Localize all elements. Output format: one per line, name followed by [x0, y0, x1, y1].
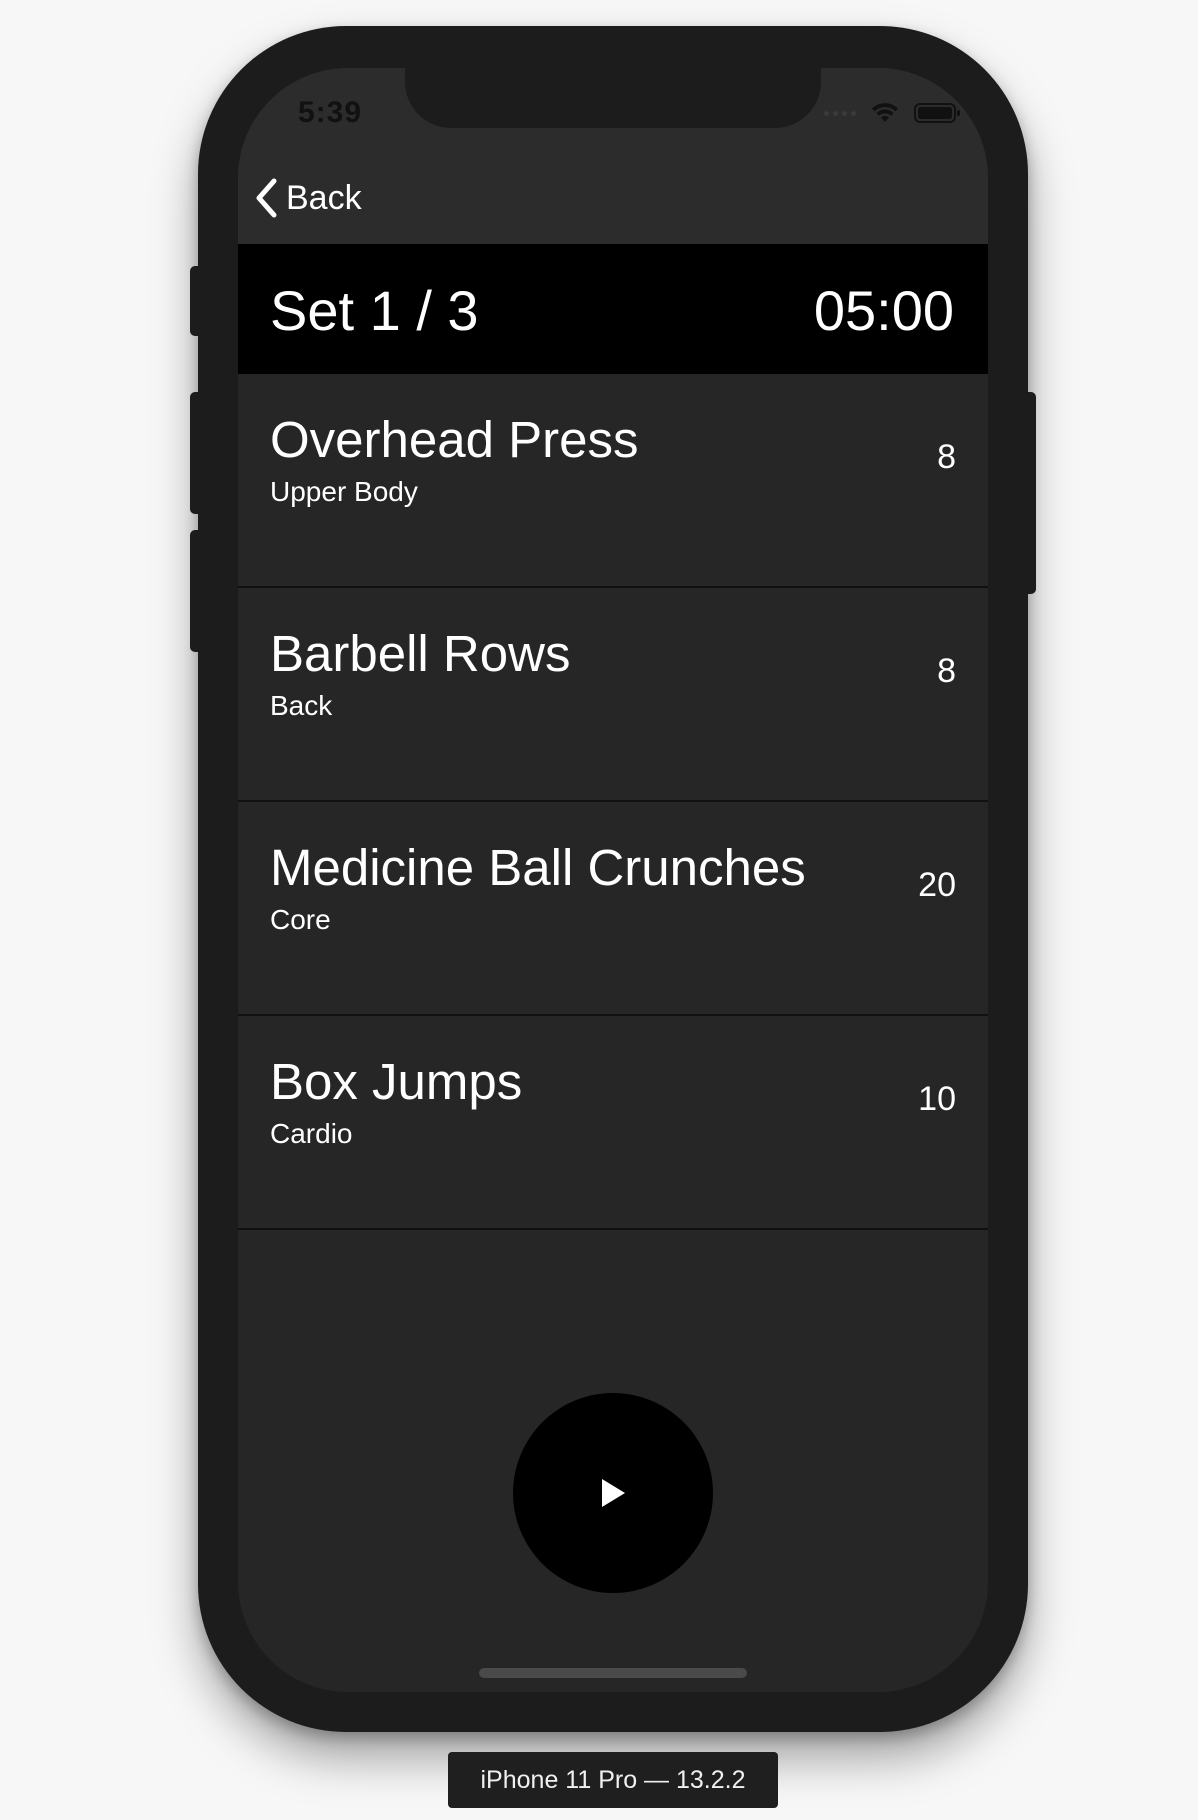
exercise-list: Overhead Press Upper Body 8 Barbell Rows… [238, 374, 988, 1230]
back-button-label: Back [286, 178, 362, 217]
power-button [1022, 392, 1036, 594]
notch [405, 68, 821, 128]
play-button[interactable] [513, 1393, 713, 1593]
play-icon [602, 1479, 625, 1507]
screen: 5:39 Back Set 1 / 3 05:00 Overhead Press… [238, 68, 988, 1692]
exercise-name: Box Jumps [270, 1053, 523, 1110]
volume-up-button [190, 392, 204, 514]
exercise-row[interactable]: Box Jumps Cardio 10 [238, 1016, 988, 1230]
mute-switch [190, 266, 204, 336]
wifi-icon [872, 103, 898, 122]
exercise-reps: 20 [918, 866, 956, 904]
exercise-reps: 10 [918, 1080, 956, 1118]
battery-icon [914, 103, 960, 123]
exercise-reps: 8 [937, 438, 956, 476]
navigation-bar: 5:39 Back [238, 68, 988, 244]
exercise-reps: 8 [937, 652, 956, 690]
status-icons [824, 102, 962, 124]
back-button[interactable]: Back [254, 178, 362, 218]
exercise-row[interactable]: Barbell Rows Back 8 [238, 588, 988, 802]
exercise-category: Back [270, 690, 333, 721]
exercise-category: Cardio [270, 1118, 353, 1149]
home-indicator[interactable] [479, 1668, 747, 1678]
exercise-name: Overhead Press [270, 411, 639, 468]
set-progress-title: Set 1 / 3 [270, 279, 479, 342]
exercise-name: Barbell Rows [270, 625, 571, 682]
exercise-name: Medicine Ball Crunches [270, 839, 806, 896]
chevron-left-icon [256, 178, 277, 218]
set-header: Set 1 / 3 05:00 [238, 244, 988, 374]
status-time: 5:39 [298, 96, 363, 129]
volume-down-button [190, 530, 204, 652]
exercise-row[interactable]: Medicine Ball Crunches Core 20 [238, 802, 988, 1016]
set-timer: 05:00 [813, 279, 954, 342]
simulator-device-label: iPhone 11 Pro — 13.2.2 [448, 1752, 778, 1808]
exercise-row[interactable]: Overhead Press Upper Body 8 [238, 374, 988, 588]
exercise-category: Upper Body [270, 476, 418, 507]
signal-dots-icon [824, 110, 856, 116]
exercise-category: Core [270, 904, 331, 935]
